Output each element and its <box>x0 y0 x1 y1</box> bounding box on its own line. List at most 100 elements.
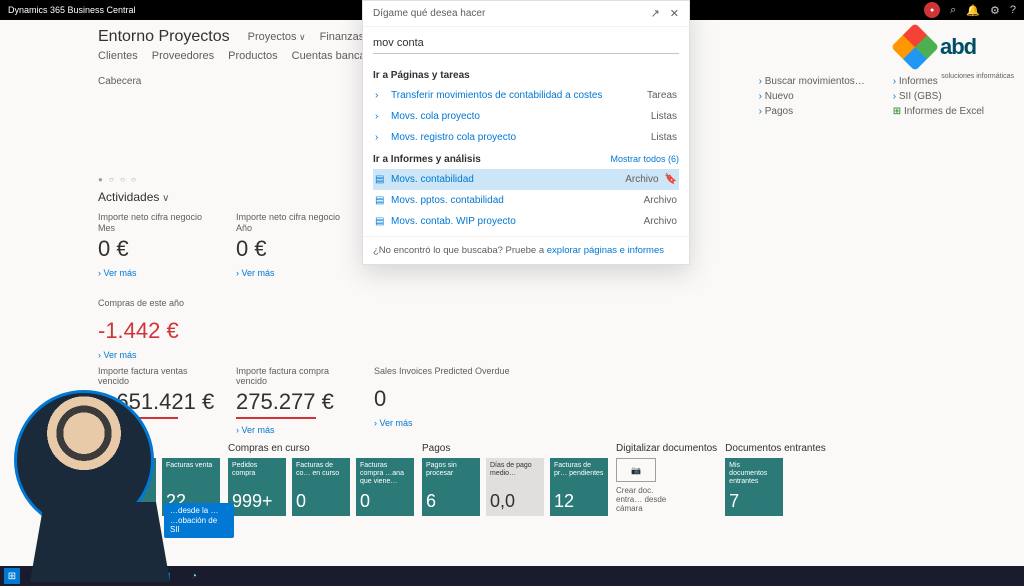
action-sii[interactable]: SII (GBS) <box>893 91 984 102</box>
dlg-row-type: Listas <box>651 111 677 122</box>
taskbar-edge-icon[interactable]: ◔ <box>186 568 202 584</box>
dlg-footer-link[interactable]: explorar páginas e informes <box>547 245 664 256</box>
tile-value: 12 <box>554 491 604 512</box>
kpi-sales-predicted[interactable]: Sales Invoices Predicted Overdue 0 Ver m… <box>374 366 574 436</box>
kpi-label: Sales Invoices Predicted Overdue <box>374 366 574 384</box>
subnav-proveedores[interactable]: Proveedores <box>152 50 214 62</box>
env-badge[interactable]: ● <box>924 2 940 18</box>
subnav-productos[interactable]: Productos <box>228 50 278 62</box>
kpi-value: 275.277 € <box>236 389 354 415</box>
cue-group-pagos: Pagos Pagos sin procesar 6 Días de pago … <box>422 443 608 516</box>
kpi-value: 0 € <box>236 236 354 262</box>
tile-value: 0 <box>360 491 410 512</box>
tile-camera-action[interactable]: 📷 Crear doc. entra… desde cámara <box>616 458 674 513</box>
tile-pagos-sin-procesar[interactable]: Pagos sin procesar 6 <box>422 458 480 516</box>
logo-text: abd <box>940 34 976 60</box>
tile-fact-proveedor-pend[interactable]: Facturas de pr… pendientes 12 <box>550 458 608 516</box>
dlg-row-type: Listas <box>651 132 677 143</box>
cue-group-compras: Compras en curso Pedidos compra 999+ Fac… <box>228 443 414 516</box>
kpi-label: Importe neto cifra negocio Mes <box>98 212 216 234</box>
page-title: Entorno Proyectos <box>98 28 230 46</box>
tile-value: 0,0 <box>490 491 540 512</box>
tile-fact-compra-semana[interactable]: Facturas compra …ana que viene… 0 <box>356 458 414 516</box>
tile-label: Facturas de co… en curso <box>296 462 346 477</box>
dlg-footer-text: ¿No encontró lo que buscaba? Pruebe a <box>373 245 547 256</box>
dlg-row-report[interactable]: ▤Movs. pptos. contabilidad Archivo <box>373 190 679 211</box>
dialog-prompt: Dígame qué desea hacer <box>373 8 485 19</box>
dlg-row-text: Movs. pptos. contabilidad <box>391 195 504 206</box>
actions-col-2: Informes SII (GBS) Informes de Excel <box>893 76 984 117</box>
chevron-right-icon: › <box>375 90 385 101</box>
kpi-value: 0 <box>374 386 574 412</box>
dlg-row-page[interactable]: ›Movs. registro cola proyecto Listas <box>373 127 679 148</box>
dlg-row-type: Tareas <box>647 90 677 101</box>
tile-fact-compra-curso[interactable]: Facturas de co… en curso 0 <box>292 458 350 516</box>
help-icon[interactable]: ? <box>1010 4 1016 16</box>
kpi-fact-compra-vencido[interactable]: Importe factura compra vencido 275.277 €… <box>236 366 354 436</box>
kpi-link[interactable]: Ver más <box>236 268 354 278</box>
kpi-row-2: Importe factura ventas vencido 2.651.421… <box>98 366 984 436</box>
cue-group-doc-entrantes: Documentos entrantes Mis documentos entr… <box>725 443 826 516</box>
report-icon: ▤ <box>375 216 385 227</box>
actions-col-1: Buscar movimientos… Nuevo Pagos <box>759 76 865 117</box>
tile-dias-pago[interactable]: Días de pago medio… 0,0 <box>486 458 544 516</box>
kpi-neto-mes[interactable]: Importe neto cifra negocio Mes 0 € Ver m… <box>98 212 216 278</box>
action-excel[interactable]: Informes de Excel <box>893 106 984 117</box>
kpi-label: Compras de este año <box>98 298 298 316</box>
report-icon: ▤ <box>375 174 385 185</box>
tile-mis-docs[interactable]: Mis documentos entrantes 7 <box>725 458 783 516</box>
cue-group-digitalizar: Digitalizar documentos 📷 Crear doc. entr… <box>616 443 717 513</box>
brand-logo: abd soluciones informáticas <box>898 22 1018 72</box>
dlg-row-report[interactable]: ▤Movs. contab. WIP proyecto Archivo <box>373 211 679 232</box>
cue-group-title: Compras en curso <box>228 443 414 454</box>
kpi-compras-ano[interactable]: Compras de este año -1.442 € Ver más <box>98 298 298 360</box>
dlg-row-text: Movs. registro cola proyecto <box>391 132 516 143</box>
action-nuevo[interactable]: Nuevo <box>759 91 865 102</box>
dialog-pop-out-icon[interactable]: ↗ <box>651 7 660 20</box>
kpi-label: Importe neto cifra negocio Año <box>236 212 354 234</box>
dlg-row-report[interactable]: ▤Movs. contabilidad Archivo🔖 <box>373 169 679 190</box>
kpi-link[interactable]: Ver más <box>98 350 298 360</box>
cue-group-title: Documentos entrantes <box>725 443 826 454</box>
dlg-row-page[interactable]: ›Movs. cola proyecto Listas <box>373 106 679 127</box>
search-icon[interactable]: ⌕ <box>950 4 956 17</box>
dlg-row-text: Transferir movimientos de contabilidad a… <box>391 90 602 101</box>
tellme-dialog: Dígame qué desea hacer ↗ ✕ Ir a Páginas … <box>362 0 690 265</box>
tile-value: 6 <box>426 491 476 512</box>
dlg-show-all-link[interactable]: Mostrar todos (6) <box>610 154 679 165</box>
tile-pedidos-compra[interactable]: Pedidos compra 999+ <box>228 458 286 516</box>
dlg-row-type: Archivo <box>644 195 677 206</box>
dlg-section-pages-label: Ir a Páginas y tareas <box>373 70 470 81</box>
tellme-search-input[interactable] <box>373 33 679 54</box>
kpi-link[interactable]: Ver más <box>374 418 574 428</box>
camera-icon: 📷 <box>616 458 656 482</box>
action-pagos[interactable]: Pagos <box>759 106 865 117</box>
tile-label: Pagos sin procesar <box>426 462 476 477</box>
presenter-overlay <box>10 386 180 576</box>
bookmark-icon[interactable]: 🔖 <box>665 174 677 185</box>
kpi-link[interactable]: Ver más <box>98 268 216 278</box>
dlg-section-reports: Ir a Informes y análisis Mostrar todos (… <box>373 154 679 165</box>
settings-icon[interactable]: ⚙ <box>990 4 1000 17</box>
logo-subtitle: soluciones informáticas <box>941 73 1014 80</box>
chevron-right-icon: › <box>375 111 385 122</box>
subnav-clientes[interactable]: Clientes <box>98 50 138 62</box>
dlg-row-text: Movs. contab. WIP proyecto <box>391 216 516 227</box>
presenter-arms <box>60 536 140 566</box>
kpi-value: -1.442 € <box>98 318 298 344</box>
action-buscar-mov[interactable]: Buscar movimientos… <box>759 76 865 87</box>
notifications-icon[interactable]: 🔔 <box>966 4 980 17</box>
cue-group-title: Pagos <box>422 443 608 454</box>
kpi-label: Importe factura ventas vencido <box>98 366 216 388</box>
tile-value: 0 <box>296 491 346 512</box>
kpi-label: Importe factura compra vencido <box>236 366 354 388</box>
dlg-row-page[interactable]: › Transferir movimientos de contabilidad … <box>373 85 679 106</box>
kpi-value: 0 € <box>98 236 216 262</box>
tile-label: Días de pago medio… <box>490 462 540 477</box>
nav-proyectos[interactable]: Proyectos <box>248 31 306 43</box>
kpi-link[interactable]: Ver más <box>236 425 354 435</box>
tile-value: 999+ <box>232 491 282 512</box>
dlg-section-reports-label: Ir a Informes y análisis <box>373 154 481 165</box>
kpi-neto-ano[interactable]: Importe neto cifra negocio Año 0 € Ver m… <box>236 212 354 278</box>
dialog-close-icon[interactable]: ✕ <box>670 7 679 20</box>
